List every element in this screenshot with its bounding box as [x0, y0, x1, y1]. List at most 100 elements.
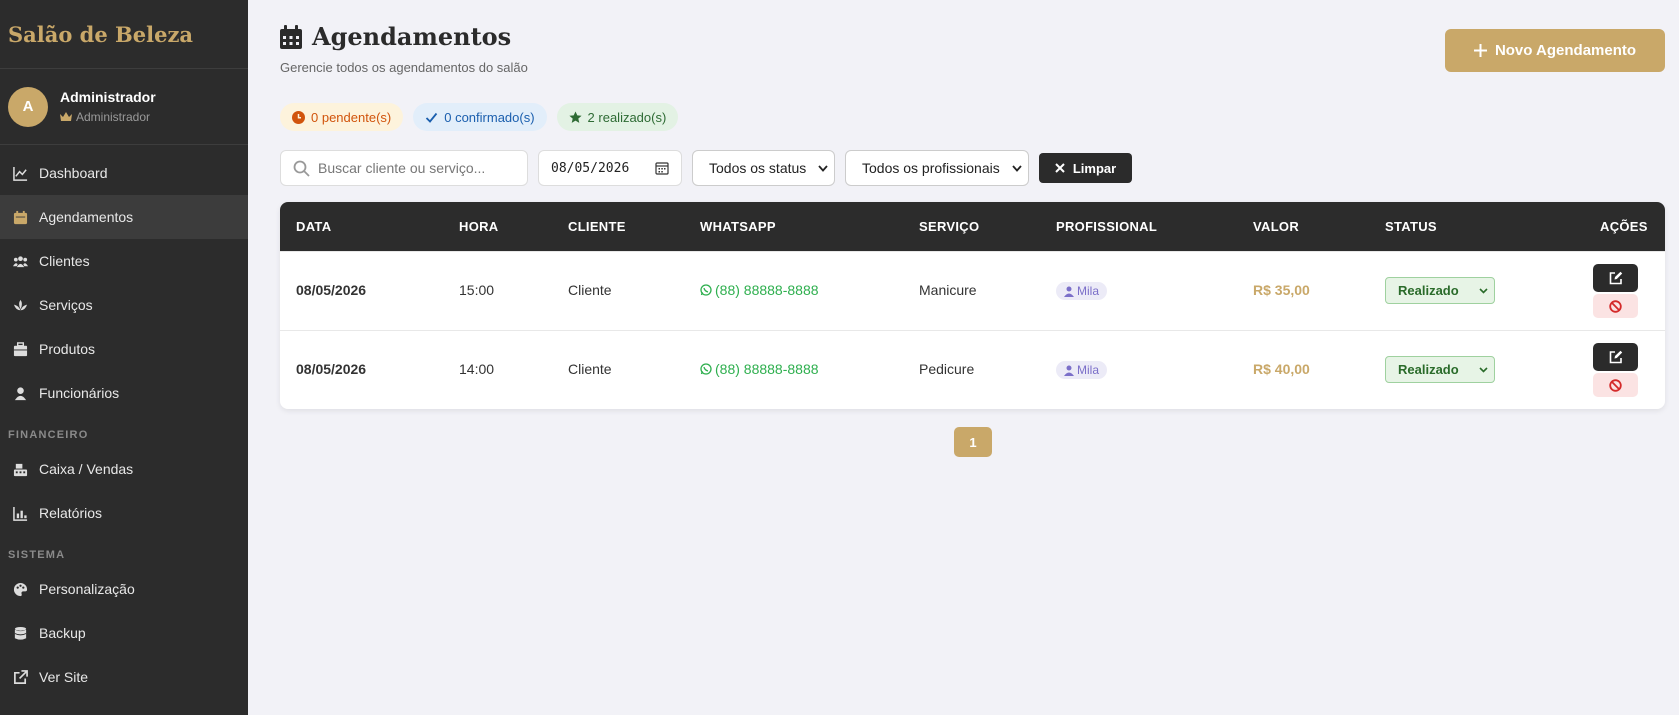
edit-button[interactable]: [1593, 343, 1638, 371]
sidebar-item-label: Produtos: [39, 341, 96, 357]
column-header[interactable]: VALOR: [1253, 219, 1299, 234]
professional-name: Mila: [1077, 363, 1100, 377]
whatsapp-link[interactable]: (88) 88888-8888: [700, 282, 819, 298]
chevron-down-icon: [818, 164, 828, 172]
section-financeiro: FINANCEIRO: [8, 429, 89, 441]
user-profile: A Administrador Administrador: [0, 69, 248, 145]
sidebar-item-funcionarios[interactable]: Funcionários: [0, 371, 248, 415]
column-header[interactable]: WHATSAPP: [700, 219, 776, 234]
column-header[interactable]: PROFISSIONAL: [1056, 219, 1157, 234]
new-appointment-button[interactable]: Novo Agendamento: [1445, 29, 1665, 72]
clear-filters-label: Limpar: [1072, 160, 1117, 176]
column-header[interactable]: AÇÕES: [1600, 219, 1648, 234]
row-value: R$ 40,00: [1253, 361, 1310, 377]
sidebar-nav: Dashboard Agendamentos Clientes Serviços…: [0, 145, 248, 699]
filters-bar: 08/05/2026 Todos os status Todos os prof…: [280, 150, 1132, 186]
professional-badge: Mila: [1056, 361, 1108, 379]
column-header[interactable]: STATUS: [1385, 219, 1437, 234]
user-icon: [12, 385, 28, 401]
done-count: 2 realizado(s): [587, 109, 667, 125]
calendar-picker-icon[interactable]: [655, 161, 669, 175]
sidebar-item-caixa[interactable]: Caixa / Vendas: [0, 447, 248, 491]
clear-filters-button[interactable]: Limpar: [1039, 153, 1132, 183]
whatsapp-number: (88) 88888-8888: [715, 361, 819, 377]
sidebar-item-label: Relatórios: [39, 505, 103, 521]
date-filter[interactable]: 08/05/2026: [538, 150, 682, 186]
column-header[interactable]: SERVIÇO: [919, 219, 979, 234]
status-select-value: Realizado: [1398, 362, 1459, 377]
sidebar-item-label: Backup: [39, 625, 86, 641]
avatar: A: [8, 86, 48, 127]
whatsapp-link[interactable]: (88) 88888-8888: [700, 361, 819, 377]
row-date: 08/05/2026: [296, 282, 367, 298]
user-name: Administrador: [60, 89, 156, 105]
professional-filter-select[interactable]: Todos os profissionais: [845, 150, 1029, 186]
cash-register-icon: [12, 461, 28, 477]
page-title-text: Agendamentos: [312, 22, 512, 51]
calendar-icon: [12, 209, 28, 225]
column-header[interactable]: HORA: [459, 219, 498, 234]
page-title: Agendamentos: [280, 22, 511, 51]
professional-filter-value: Todos os profissionais: [862, 160, 1000, 176]
row-time: 14:00: [459, 361, 495, 377]
box-icon: [12, 341, 28, 357]
status-filter-select[interactable]: Todos os status: [692, 150, 835, 186]
sidebar-item-agendamentos[interactable]: Agendamentos: [0, 195, 248, 239]
sidebar-item-ver-site[interactable]: Ver Site: [0, 655, 248, 699]
column-header[interactable]: CLIENTE: [568, 219, 626, 234]
appointments-table: DATA HORA CLIENTE WHATSAPP SERVIÇO PROFI…: [280, 202, 1665, 409]
users-icon: [12, 253, 28, 269]
plus-icon: [1473, 44, 1487, 57]
ban-icon: [1609, 299, 1622, 313]
sidebar-item-label: Agendamentos: [39, 209, 134, 225]
edit-icon: [1609, 271, 1622, 285]
column-header[interactable]: DATA: [296, 219, 331, 234]
sidebar-item-relatorios[interactable]: Relatórios: [0, 491, 248, 535]
status-select[interactable]: Realizado: [1385, 356, 1495, 383]
confirmed-count: 0 confirmado(s): [444, 109, 535, 125]
star-icon: [568, 111, 582, 123]
pagination-page-button[interactable]: 1: [954, 427, 992, 457]
sidebar-item-servicos[interactable]: Serviços: [0, 283, 248, 327]
cancel-button[interactable]: [1593, 294, 1638, 318]
professional-name: Mila: [1077, 284, 1100, 298]
sidebar-item-label: Personalização: [39, 581, 135, 597]
pending-badge: 0 pendente(s): [280, 103, 404, 131]
palette-icon: [12, 581, 28, 597]
edit-icon: [1609, 350, 1622, 364]
sidebar-item-clientes[interactable]: Clientes: [0, 239, 248, 283]
spa-icon: [12, 297, 28, 313]
crown-icon: [60, 112, 72, 121]
table-header: DATA HORA CLIENTE WHATSAPP SERVIÇO PROFI…: [280, 202, 1665, 251]
chart-bar-icon: [12, 505, 28, 521]
chevron-down-icon: [1479, 366, 1488, 373]
search-input[interactable]: [318, 160, 508, 176]
sidebar: Salão de Beleza A Administrador Administ…: [0, 0, 248, 715]
brand-logo[interactable]: Salão de Beleza: [0, 0, 248, 69]
sidebar-item-backup[interactable]: Backup: [0, 611, 248, 655]
row-time: 15:00: [459, 282, 495, 298]
row-service: Manicure: [919, 282, 977, 298]
close-icon: [1055, 163, 1065, 173]
whatsapp-icon: [700, 363, 712, 375]
status-select[interactable]: Realizado: [1385, 277, 1495, 304]
sidebar-item-label: Dashboard: [39, 165, 108, 181]
status-filter-value: Todos os status: [709, 160, 807, 176]
pending-count: 0 pendente(s): [311, 109, 392, 125]
cancel-button[interactable]: [1593, 373, 1638, 397]
sidebar-item-personalizacao[interactable]: Personalização: [0, 567, 248, 611]
page-subtitle: Gerencie todos os agendamentos do salão: [280, 60, 528, 75]
new-appointment-label: Novo Agendamento: [1494, 42, 1637, 59]
edit-button[interactable]: [1593, 264, 1638, 292]
row-service: Pedicure: [919, 361, 975, 377]
clock-icon: [292, 110, 305, 124]
sidebar-item-dashboard[interactable]: Dashboard: [0, 151, 248, 195]
sidebar-item-label: Caixa / Vendas: [39, 461, 134, 477]
status-select-value: Realizado: [1398, 283, 1459, 298]
table-row: 08/05/2026 14:00 Cliente (88) 88888-8888…: [280, 330, 1665, 409]
calendar-icon: [280, 24, 302, 49]
external-link-icon: [12, 669, 28, 685]
user-icon: [1064, 286, 1074, 297]
search-icon: [293, 160, 310, 177]
sidebar-item-produtos[interactable]: Produtos: [0, 327, 248, 371]
